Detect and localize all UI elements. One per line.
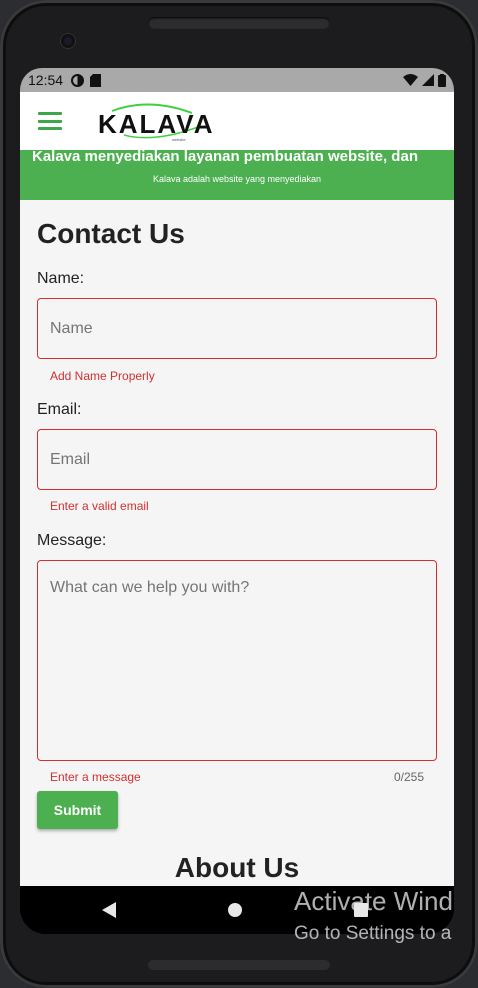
message-label: Message: <box>37 532 107 549</box>
home-icon[interactable] <box>228 903 242 917</box>
data-saver-icon <box>71 73 85 87</box>
status-time: 12:54 <box>28 72 64 88</box>
email-label: Email: <box>37 401 82 418</box>
email-error: Enter a valid email <box>50 499 149 513</box>
back-icon[interactable] <box>102 902 116 918</box>
front-camera <box>61 34 75 48</box>
logo-subtext: website <box>172 137 186 142</box>
submit-button[interactable]: Submit <box>37 791 118 829</box>
name-input[interactable] <box>37 298 437 359</box>
activate-windows-watermark: Activate Wind Go to Settings to a <box>294 886 453 945</box>
sd-card-icon <box>90 73 102 87</box>
email-input[interactable] <box>37 429 437 490</box>
logo-text: KALAVA <box>98 109 215 139</box>
wifi-icon <box>403 74 418 86</box>
banner-subtitle: Kalava adalah website yang menyediakan <box>152 174 322 184</box>
banner-marquee-text: Kalava menyediakan layanan pembuatan web… <box>32 150 418 165</box>
earpiece-speaker <box>148 17 330 29</box>
watermark-line1: Activate Wind <box>294 886 453 916</box>
status-bar: 12:54 <box>20 68 454 92</box>
name-error: Add Name Properly <box>50 369 155 383</box>
page-title: Contact Us <box>37 218 185 249</box>
promo-banner: Kalava menyediakan layanan pembuatan web… <box>20 150 454 200</box>
message-char-counter: 0/255 <box>393 770 424 784</box>
battery-icon <box>438 73 446 87</box>
app-bar: KALAVA website <box>20 92 454 150</box>
hamburger-menu-icon[interactable] <box>38 112 62 130</box>
screen: 12:54 KALAVA website Kalava menyediakan … <box>20 68 454 934</box>
phone-frame: 12:54 KALAVA website Kalava menyediakan … <box>0 0 478 988</box>
message-error: Enter a message <box>50 770 141 784</box>
bottom-speaker <box>148 960 330 970</box>
message-textarea[interactable] <box>37 560 437 761</box>
status-notification-icons <box>71 73 102 87</box>
kalava-logo: KALAVA website <box>94 99 212 143</box>
watermark-line2: Go to Settings to a <box>294 923 452 944</box>
about-us-heading: About Us <box>174 852 300 883</box>
name-label: Name: <box>37 270 85 287</box>
status-system-icons <box>403 73 446 87</box>
contact-form-section: Contact Us Name: Add Name Properly Email… <box>20 200 454 886</box>
signal-icon <box>422 74 434 86</box>
